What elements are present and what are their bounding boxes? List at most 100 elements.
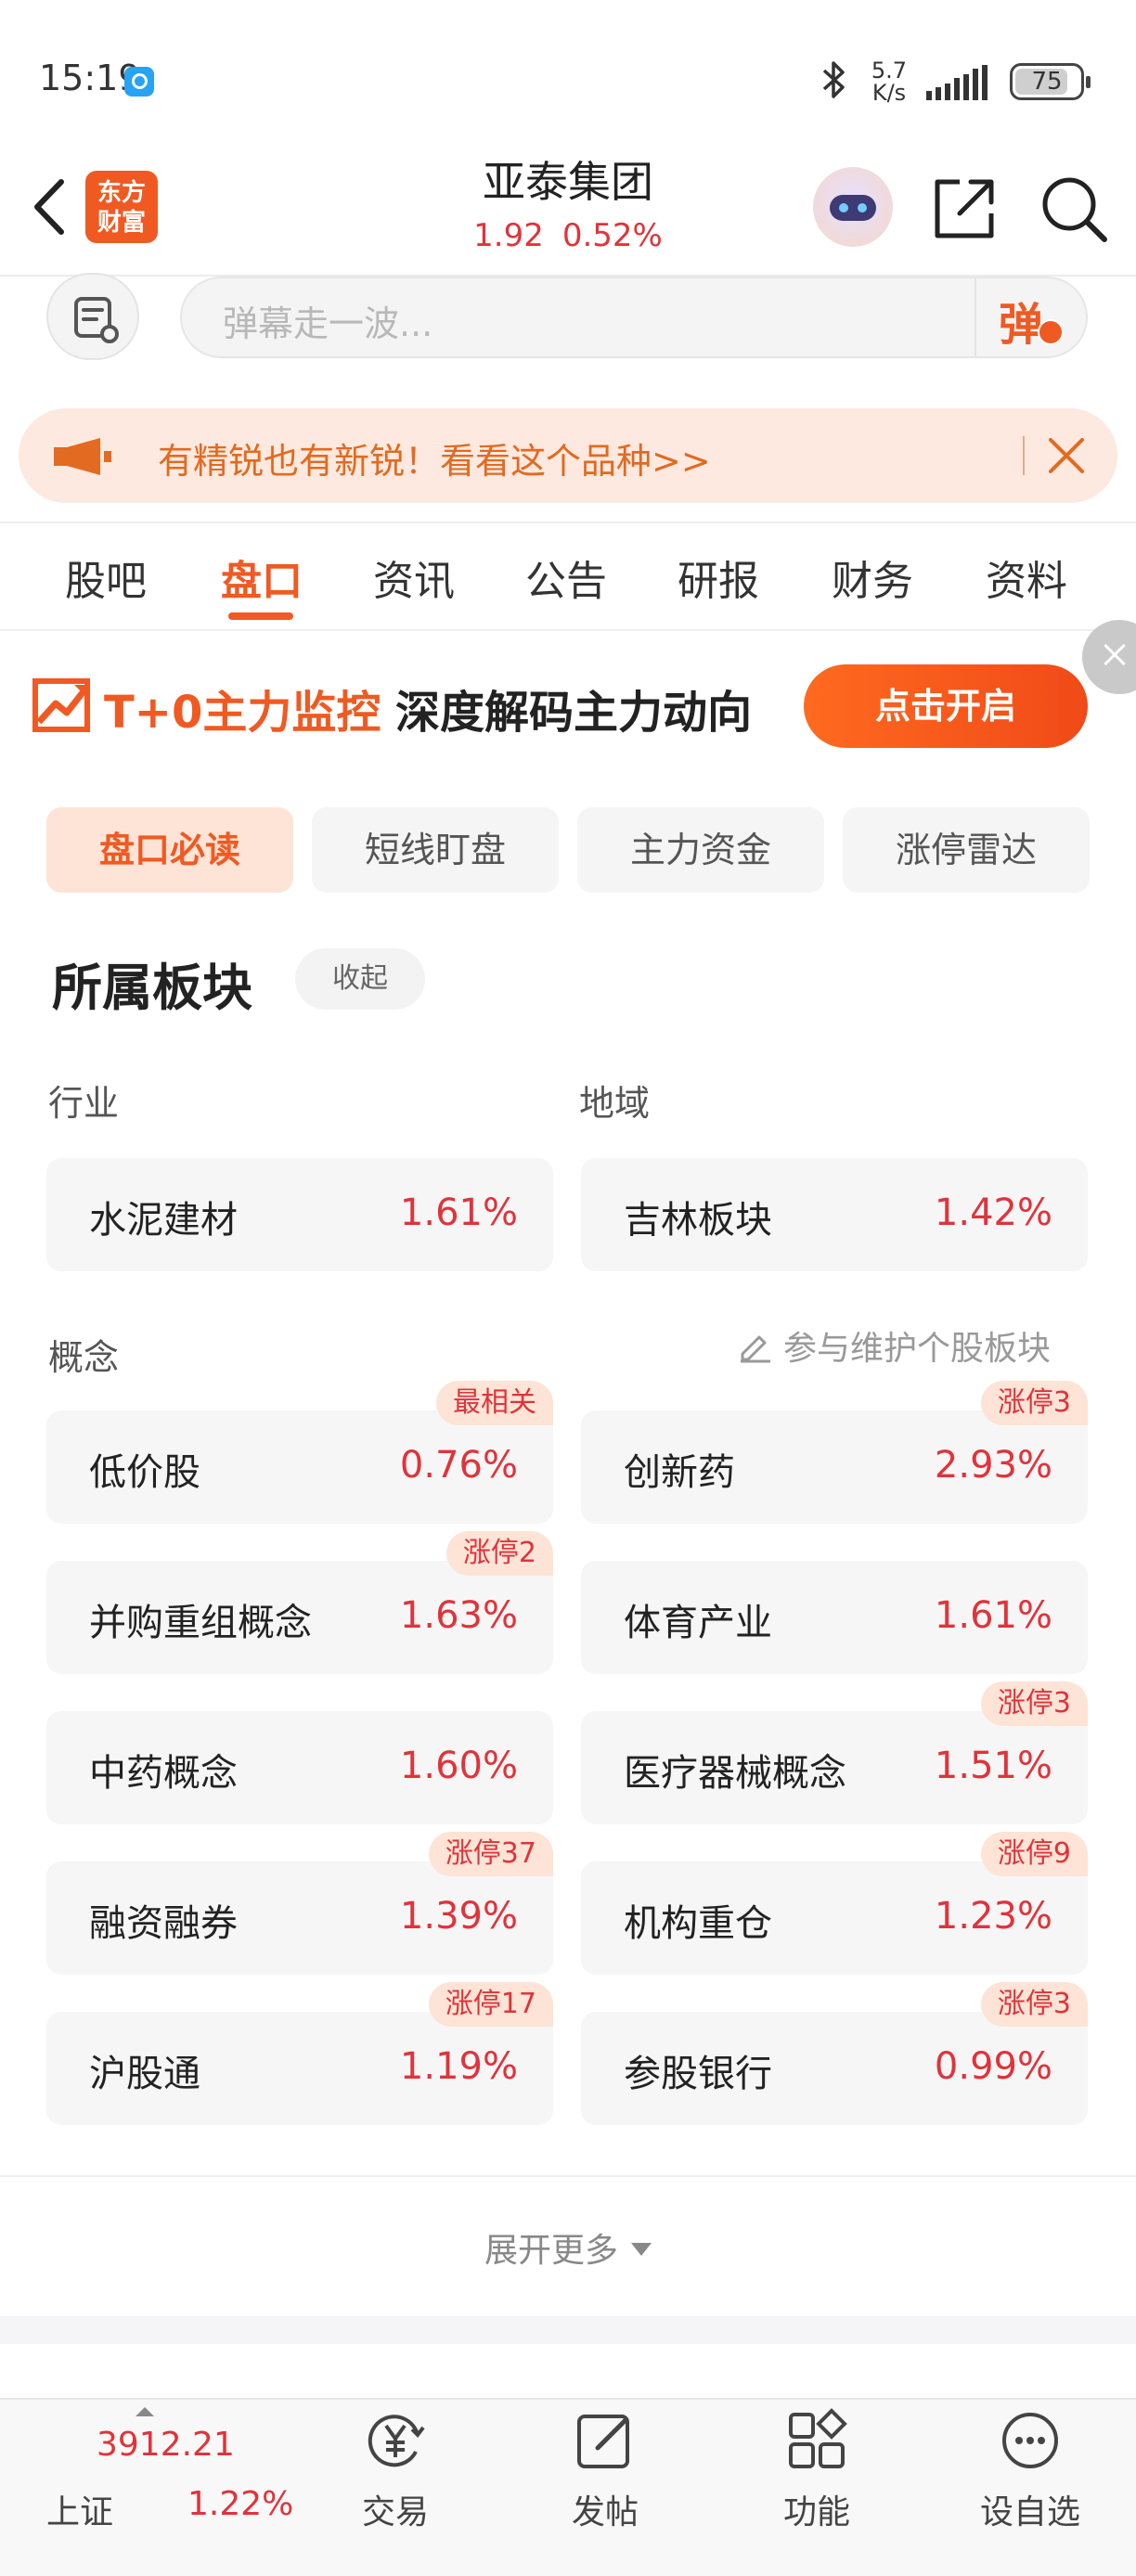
collapse-button[interactable]: 收起 bbox=[295, 948, 425, 1010]
concept-badge: 涨停3 bbox=[980, 1681, 1088, 1726]
battery-icon: 75 bbox=[1010, 63, 1091, 100]
concept-badge: 涨停9 bbox=[980, 1832, 1088, 1876]
concept-name: 融资融券 bbox=[89, 1902, 238, 1945]
danmaku-placeholder: 弹幕走一波... bbox=[223, 303, 433, 344]
region-name: 吉林板块 bbox=[624, 1199, 772, 1242]
robot-assistant-icon[interactable] bbox=[813, 167, 893, 247]
promo-text: 有精锐也有新锐！看看这个品种>> bbox=[158, 441, 711, 482]
concept-name: 体育产业 bbox=[624, 1602, 772, 1644]
concept-pct: 1.23% bbox=[934, 1895, 1052, 1938]
nav-post[interactable]: 发帖 bbox=[540, 2407, 670, 2533]
promo-banner[interactable]: 有精锐也有新锐！看看这个品种>> bbox=[19, 408, 1117, 503]
close-icon[interactable] bbox=[1039, 429, 1093, 483]
concept-card[interactable]: 沪股通 1.19% 涨停17 bbox=[46, 1982, 553, 2125]
tab-profile[interactable]: 资料 bbox=[986, 547, 1067, 607]
danmaku-divider bbox=[975, 278, 976, 356]
concept-card[interactable]: 中药概念 1.60% bbox=[46, 1711, 553, 1824]
edit-pen-icon bbox=[741, 1335, 770, 1363]
tab-research[interactable]: 研报 bbox=[678, 547, 759, 607]
region-pct: 1.42% bbox=[934, 1191, 1052, 1234]
concept-card[interactable]: 融资融券 1.39% 涨停37 bbox=[46, 1832, 553, 1975]
nav-functions[interactable]: 功能 bbox=[752, 2407, 882, 2533]
concept-badge: 涨停17 bbox=[428, 1982, 553, 2027]
danmaku-toggle-label: 弹 bbox=[999, 299, 1044, 351]
edit-post-icon bbox=[577, 2415, 629, 2468]
nav-post-label: 发帖 bbox=[571, 2493, 639, 2531]
concept-card[interactable]: 参股银行 0.99% 涨停3 bbox=[581, 1982, 1088, 2125]
subtab-short-term[interactable]: 短线盯盘 bbox=[312, 807, 559, 893]
network-speed-value: 5.7 bbox=[871, 58, 908, 84]
concept-card[interactable]: 创新药 2.93% 涨停3 bbox=[581, 1381, 1088, 1524]
concept-badge: 涨停2 bbox=[445, 1531, 553, 1576]
concept-label: 概念 bbox=[48, 1337, 120, 1378]
danmaku-settings-icon bbox=[74, 297, 119, 343]
maintain-sectors-link[interactable]: 参与维护个股板块 bbox=[737, 1321, 1051, 1370]
trend-chart-icon bbox=[32, 678, 90, 732]
concept-name: 沪股通 bbox=[89, 2053, 200, 2095]
index-value[interactable]: 3912.21 bbox=[97, 2426, 235, 2464]
subtab-main-funds[interactable]: 主力资金 bbox=[577, 807, 824, 893]
signal-icon bbox=[926, 65, 988, 100]
subtab-must-read[interactable]: 盘口必读 bbox=[46, 807, 293, 893]
ad-close-icon[interactable] bbox=[1082, 620, 1136, 694]
tab-pankou[interactable]: 盘口 bbox=[221, 547, 303, 607]
trade-yen-icon bbox=[368, 2415, 425, 2467]
region-label: 地域 bbox=[579, 1083, 651, 1124]
triangle-down-icon bbox=[631, 2243, 652, 2256]
subtab-limit-up-radar[interactable]: 涨停雷达 bbox=[843, 807, 1090, 893]
maintain-link-text: 参与维护个股板块 bbox=[783, 1330, 1052, 1368]
section-title: 所属板块 bbox=[52, 959, 252, 1017]
check-icon bbox=[1038, 319, 1064, 345]
nav-add-watchlist[interactable]: 设自选 bbox=[965, 2407, 1095, 2533]
tab-guba[interactable]: 股吧 bbox=[65, 547, 147, 607]
search-app-icon bbox=[124, 67, 154, 97]
concept-name: 医疗器械概念 bbox=[624, 1752, 846, 1795]
concept-card[interactable]: 体育产业 1.61% bbox=[581, 1561, 1088, 1674]
share-icon[interactable] bbox=[928, 173, 1000, 245]
concept-badge: 涨停37 bbox=[428, 1832, 553, 1876]
concept-name: 中药概念 bbox=[89, 1752, 238, 1795]
stock-price: 1.92 bbox=[473, 217, 544, 254]
concept-name: 并购重组概念 bbox=[89, 1602, 312, 1644]
danmaku-toggle-button[interactable]: 弹 bbox=[999, 288, 1064, 351]
concept-card[interactable]: 低价股 0.76% 最相关 bbox=[46, 1381, 553, 1524]
concept-pct: 1.60% bbox=[399, 1745, 518, 1787]
concept-pct: 0.99% bbox=[934, 2045, 1052, 2088]
industry-card[interactable]: 水泥建材 1.61% bbox=[46, 1158, 553, 1271]
expand-up-icon[interactable] bbox=[136, 2407, 154, 2416]
expand-more-button[interactable]: 展开更多 bbox=[0, 2223, 1136, 2272]
section-separator bbox=[0, 2316, 1136, 2344]
concept-pct: 1.51% bbox=[934, 1745, 1052, 1787]
concept-name: 机构重仓 bbox=[624, 1902, 772, 1945]
ad-subtitle: 深度解码主力动向 bbox=[395, 687, 753, 739]
concept-pct: 1.39% bbox=[399, 1895, 518, 1938]
tabs-top-divider bbox=[0, 522, 1136, 523]
index-pct[interactable]: 1.22% bbox=[187, 2485, 293, 2523]
search-icon[interactable] bbox=[1038, 173, 1110, 245]
ad-open-button[interactable]: 点击开启 bbox=[804, 664, 1088, 748]
tab-finance[interactable]: 财务 bbox=[832, 547, 913, 607]
concept-pct: 1.61% bbox=[934, 1594, 1052, 1637]
concept-card[interactable]: 医疗器械概念 1.51% 涨停3 bbox=[581, 1681, 1088, 1824]
network-speed-unit: K/s bbox=[871, 80, 907, 106]
grid-apps-icon bbox=[789, 2408, 847, 2468]
tab-announcements[interactable]: 公告 bbox=[525, 547, 607, 607]
concept-pct: 1.63% bbox=[399, 1594, 518, 1637]
nav-functions-label: 功能 bbox=[782, 2493, 850, 2531]
index-name[interactable]: 上证 bbox=[46, 2485, 113, 2533]
danmaku-settings-button[interactable] bbox=[46, 273, 139, 360]
concept-card[interactable]: 并购重组概念 1.63% 涨停2 bbox=[46, 1531, 553, 1674]
concept-name: 低价股 bbox=[89, 1451, 200, 1494]
active-tab-indicator bbox=[228, 612, 293, 620]
ad-title: T+0主力监控 bbox=[104, 687, 381, 739]
list-divider bbox=[0, 2175, 1136, 2177]
concept-card[interactable]: 机构重仓 1.23% 涨停9 bbox=[581, 1832, 1088, 1975]
concept-pct: 0.76% bbox=[399, 1444, 518, 1487]
nav-trade[interactable]: 交易 bbox=[330, 2407, 460, 2533]
region-card[interactable]: 吉林板块 1.42% bbox=[581, 1158, 1088, 1271]
concept-pct: 1.19% bbox=[399, 2045, 518, 2088]
concept-badge: 最相关 bbox=[436, 1381, 553, 1425]
tabs-bottom-divider bbox=[0, 629, 1136, 631]
battery-level: 75 bbox=[1031, 68, 1063, 96]
tab-news[interactable]: 资讯 bbox=[373, 547, 455, 607]
